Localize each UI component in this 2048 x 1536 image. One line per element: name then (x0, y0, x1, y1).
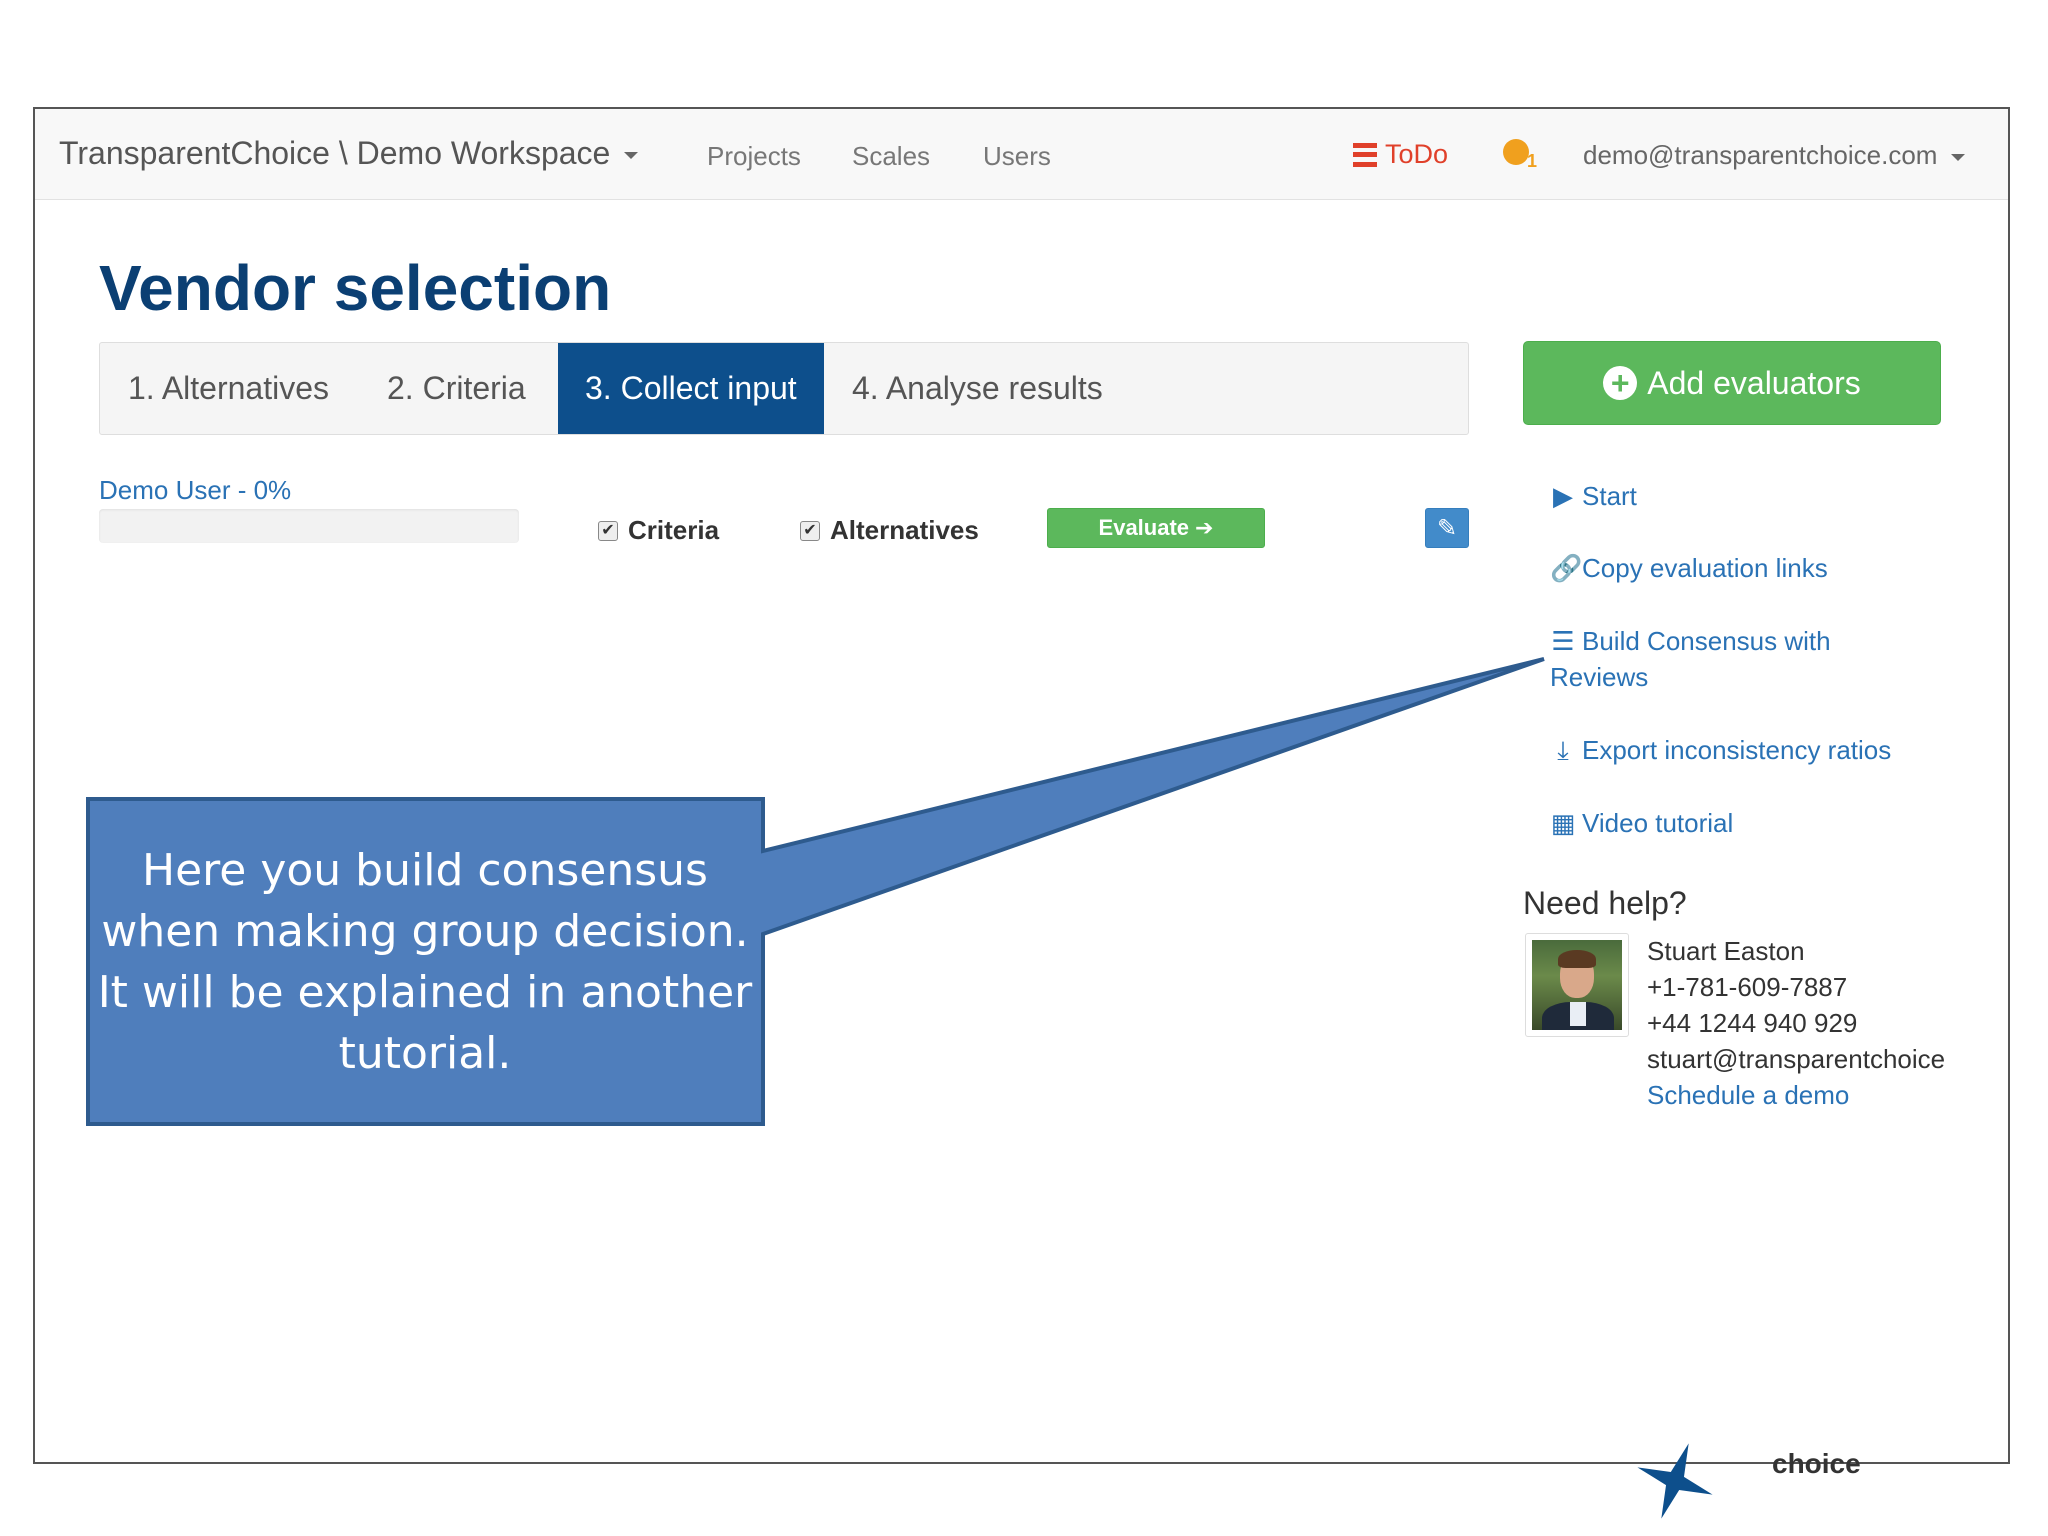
list-icon: ☰ (1551, 626, 1575, 656)
add-evaluators-label: Add evaluators (1647, 364, 1861, 401)
alternatives-checkbox-label: Alternatives (830, 515, 979, 545)
video-tutorial-link[interactable]: ▦ Video tutorial (1550, 805, 1950, 841)
build-consensus-link[interactable]: ☰ Build Consensus with Reviews (1550, 623, 1890, 695)
copy-links-label: Copy evaluation links (1582, 553, 1828, 583)
contact-phone-uk: +44 1244 940 929 (1647, 1008, 1858, 1038)
notifications-button[interactable]: 1 (1503, 135, 1543, 175)
export-label: Export inconsistency ratios (1582, 735, 1892, 765)
todo-label: ToDo (1385, 139, 1449, 169)
arrow-right-icon: ➔ (1195, 515, 1214, 540)
footer-logo-text: choice (1772, 1448, 1861, 1479)
copy-evaluation-links-link[interactable]: 🔗Copy evaluation links (1550, 550, 1950, 586)
evaluate-button[interactable]: Evaluate ➔ (1047, 508, 1265, 548)
chevron-down-icon (1951, 154, 1966, 161)
page-title: Vendor selection (99, 252, 612, 324)
tab-criteria[interactable]: 2. Criteria (387, 343, 526, 434)
criteria-checkbox-label: Criteria (628, 515, 720, 545)
evaluate-label: Evaluate (1098, 515, 1190, 540)
user-email: demo@transparentchoice.com (1583, 140, 1938, 170)
notification-count: 1 (1527, 151, 1538, 171)
start-label: Start (1582, 481, 1637, 511)
export-icon: ⤓ (1557, 735, 1569, 765)
avatar (1525, 933, 1629, 1037)
export-inconsistency-link[interactable]: ⤓ Export inconsistency ratios (1550, 732, 1950, 768)
step-tabs: 1. Alternatives 2. Criteria 3. Collect i… (99, 342, 1469, 435)
top-navbar: TransparentChoice \ Demo Workspace Proje… (35, 109, 2008, 200)
chevron-down-icon (624, 152, 639, 159)
tab-collect-input[interactable]: 3. Collect input (558, 343, 824, 434)
nav-projects[interactable]: Projects (707, 141, 801, 172)
link-icon: 🔗 (1550, 553, 1583, 583)
checkbox-checked-icon: ✔ (598, 520, 618, 541)
start-link[interactable]: ▶ Start (1550, 478, 1950, 514)
tab-alternatives[interactable]: 1. Alternatives (128, 343, 329, 434)
contact-phone-us: +1-781-609-7887 (1647, 972, 1848, 1002)
plus-circle-icon: + (1603, 366, 1638, 400)
video-tutorial-label: Video tutorial (1582, 808, 1734, 838)
contact-email: stuart@transparentchoice (1647, 1044, 1946, 1074)
contact-name: Stuart Easton (1647, 936, 1805, 966)
workspace-switcher[interactable]: TransparentChoice \ Demo Workspace (59, 135, 639, 172)
film-icon: ▦ (1550, 808, 1576, 838)
bell-icon (1503, 139, 1529, 165)
edit-evaluator-button[interactable]: ✎ (1425, 508, 1469, 548)
tab-analyse-results[interactable]: 4. Analyse results (852, 343, 1103, 434)
need-help-heading: Need help? (1523, 885, 1687, 921)
nav-users[interactable]: Users (983, 141, 1051, 172)
alternatives-checkbox[interactable]: ✔ Alternatives (800, 515, 979, 546)
schedule-demo-link[interactable]: Schedule a demo (1647, 1077, 1849, 1113)
play-icon: ▶ (1553, 481, 1573, 511)
todo-link[interactable]: ToDo (1353, 139, 1448, 170)
add-evaluators-button[interactable]: + Add evaluators (1523, 341, 1941, 425)
nav-scales[interactable]: Scales (852, 141, 930, 172)
evaluator-progress-bar (99, 509, 519, 543)
app-window: TransparentChoice \ Demo Workspace Proje… (33, 107, 2010, 1464)
callout-text: Here you build consensus when making gro… (97, 845, 753, 1079)
build-consensus-label: Build Consensus with Reviews (1550, 626, 1831, 692)
checkbox-checked-icon: ✔ (800, 520, 820, 541)
criteria-checkbox[interactable]: ✔ Criteria (598, 515, 719, 546)
pencil-icon: ✎ (1436, 514, 1458, 542)
todo-list-icon (1353, 142, 1377, 167)
user-menu[interactable]: demo@transparentchoice.com (1583, 140, 1966, 171)
brand-label: TransparentChoice \ Demo Workspace (59, 135, 611, 171)
evaluator-name-link[interactable]: Demo User - 0% (99, 475, 291, 506)
logo-star-icon (1637, 1443, 1713, 1519)
